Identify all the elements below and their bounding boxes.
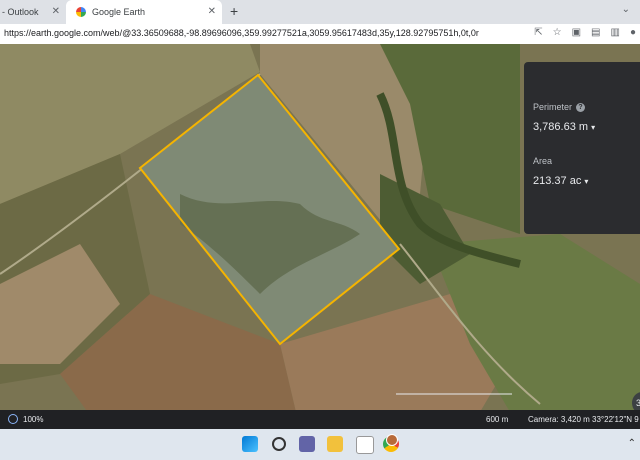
perimeter-value-text: 3,786.63 m	[533, 121, 589, 133]
windows-start-icon[interactable]	[242, 436, 258, 452]
reader-icon[interactable]: ▤	[591, 27, 600, 38]
google-earth-icon	[76, 7, 86, 17]
close-icon[interactable]: ✕	[52, 6, 60, 17]
avatar	[386, 434, 398, 446]
perimeter-value[interactable]: 3,786.63 m ▾	[533, 121, 595, 133]
area-label: Area	[533, 156, 552, 166]
close-icon[interactable]: ✕	[208, 6, 216, 17]
perimeter-label: Perimeter ?	[533, 102, 586, 112]
profile-icon[interactable]: ●	[630, 27, 636, 38]
address-bar[interactable]: https://earth.google.com/web/@33.3650968…	[0, 24, 640, 45]
url-text[interactable]: https://earth.google.com/web/@33.3650968…	[4, 28, 479, 38]
extension-icon[interactable]: ▣	[572, 27, 581, 38]
tab-google-earth-label: Google Earth	[92, 7, 146, 17]
tab-outlook[interactable]: - Outlook ✕	[0, 0, 66, 24]
toolbar-icons: ⇱ ☆ ▣ ▤ ▥ ●	[534, 27, 636, 38]
search-icon[interactable]	[272, 437, 286, 451]
camera-readout: Camera: 3,420 m 33°22'12"N 9	[528, 415, 639, 424]
globe-icon	[8, 414, 18, 424]
area-label-text: Area	[533, 156, 553, 166]
tab-outlook-label: - Outlook	[2, 7, 39, 17]
area-value-text: 213.37 ac	[533, 175, 582, 187]
file-explorer-icon[interactable]	[327, 436, 343, 452]
sidebar-icon[interactable]: ▥	[611, 27, 620, 38]
area-value[interactable]: 213.37 ac ▾	[533, 175, 588, 187]
tab-search-icon[interactable]: ⌄	[622, 4, 630, 15]
tab-google-earth[interactable]: Google Earth ✕	[66, 0, 222, 24]
status-bar: 100% 600 m Camera: 3,420 m 33°22'12"N 9	[0, 410, 640, 429]
zoom-percent: 100%	[23, 415, 44, 424]
perimeter-label-text: Perimeter	[533, 102, 573, 112]
bookmark-star-icon[interactable]: ☆	[553, 27, 562, 38]
tab-strip: - Outlook ✕ Google Earth ✕ + ⌄	[0, 0, 640, 24]
chevron-down-icon: ▾	[591, 123, 596, 132]
measurement-panel: Perimeter ? 3,786.63 m ▾ Area 213.37 ac …	[524, 62, 640, 234]
app-icon[interactable]	[356, 436, 374, 454]
taskbar: ⌃	[0, 429, 640, 460]
system-tray-chevron-icon[interactable]: ⌃	[628, 438, 636, 449]
share-icon[interactable]: ⇱	[534, 27, 542, 38]
scale-label: 600 m	[486, 415, 509, 424]
chat-icon[interactable]	[299, 436, 315, 452]
chevron-down-icon: ▾	[584, 177, 589, 186]
help-icon[interactable]: ?	[576, 102, 586, 112]
new-tab-button[interactable]: +	[230, 3, 238, 19]
